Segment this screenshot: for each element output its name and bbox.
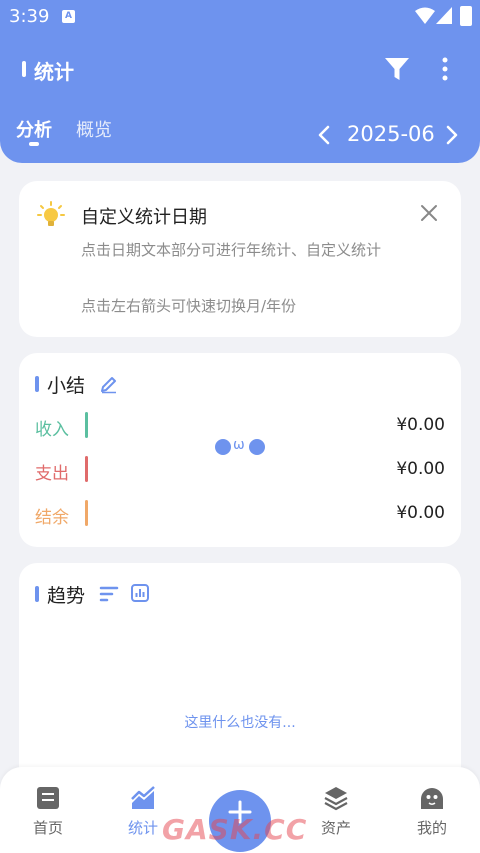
trend-title: 趋势 xyxy=(47,585,86,607)
page-title: 统计 xyxy=(34,60,74,84)
bottom-nav: 首页 统计 资产 我的 GASK.CC xyxy=(0,767,480,853)
close-icon[interactable] xyxy=(419,203,439,223)
summary-title: 小结 xyxy=(47,375,86,397)
wifi-icon xyxy=(415,7,435,24)
income-bar xyxy=(85,412,88,438)
watermark-text: GASK.CC xyxy=(162,813,308,846)
nav-label-assets: 资产 xyxy=(320,819,351,837)
sort-icon[interactable] xyxy=(99,585,119,603)
status-bar: 3:39 A xyxy=(0,0,480,34)
stats-icon xyxy=(131,786,155,809)
income-value: ¥0.00 xyxy=(396,415,445,435)
nav-item-home[interactable]: 首页 xyxy=(13,785,83,838)
nav-label-home: 首页 xyxy=(32,819,63,837)
edit-icon[interactable] xyxy=(99,374,119,394)
tip-text-line-2: 点击左右箭头可快速切换月/年份 xyxy=(81,297,297,315)
balance-bar xyxy=(85,500,88,526)
nav-item-assets[interactable]: 资产 xyxy=(301,785,371,838)
tab-analysis[interactable]: 分析 xyxy=(16,116,52,142)
tip-text-line-1: 点击日期文本部分可进行年统计、自定义统计 xyxy=(81,241,382,259)
period-label[interactable]: 2025-06 xyxy=(347,122,435,146)
nav-label-profile: 我的 xyxy=(416,819,447,837)
app-notification-icon: A xyxy=(62,10,75,23)
tab-overview[interactable]: 概览 xyxy=(76,116,112,142)
income-label: 收入 xyxy=(35,420,69,440)
header: 3:39 A 统计 分析 概览 2025-06 xyxy=(0,0,480,163)
title-accent-mark xyxy=(22,61,26,77)
more-options-icon[interactable] xyxy=(436,56,454,82)
bar-chart-icon[interactable] xyxy=(130,583,150,603)
empty-state-text: 这里什么也没有... xyxy=(184,715,296,731)
expense-bar xyxy=(85,456,88,482)
status-time: 3:39 xyxy=(9,6,50,27)
chevron-right-icon[interactable] xyxy=(444,124,460,146)
face-right-eye xyxy=(249,439,265,455)
summary-card: 小结 收入 ¥0.00 支出 ¥0.00 结余 ¥0.00 ω xyxy=(19,353,461,547)
tip-title: 自定义统计日期 xyxy=(81,207,207,228)
home-icon xyxy=(37,787,59,809)
profile-icon xyxy=(421,788,443,809)
filter-icon[interactable] xyxy=(384,56,410,82)
lightbulb-icon xyxy=(37,201,65,226)
battery-icon xyxy=(460,6,472,26)
balance-label: 结余 xyxy=(35,508,69,528)
chevron-left-icon[interactable] xyxy=(316,124,332,146)
section-accent-mark xyxy=(35,586,39,602)
face-left-eye xyxy=(215,439,231,455)
face-mouth: ω xyxy=(233,437,245,453)
tip-card: 自定义统计日期 点击日期文本部分可进行年统计、自定义统计 点击左右箭头可快速切换… xyxy=(19,181,461,337)
signal-icon xyxy=(436,7,452,24)
tab-active-indicator xyxy=(29,142,39,146)
section-accent-mark xyxy=(35,376,39,392)
balance-value: ¥0.00 xyxy=(396,503,445,523)
nav-item-profile[interactable]: 我的 xyxy=(397,785,467,838)
layers-icon xyxy=(324,787,348,811)
expense-value: ¥0.00 xyxy=(396,459,445,479)
expense-label: 支出 xyxy=(35,464,69,484)
